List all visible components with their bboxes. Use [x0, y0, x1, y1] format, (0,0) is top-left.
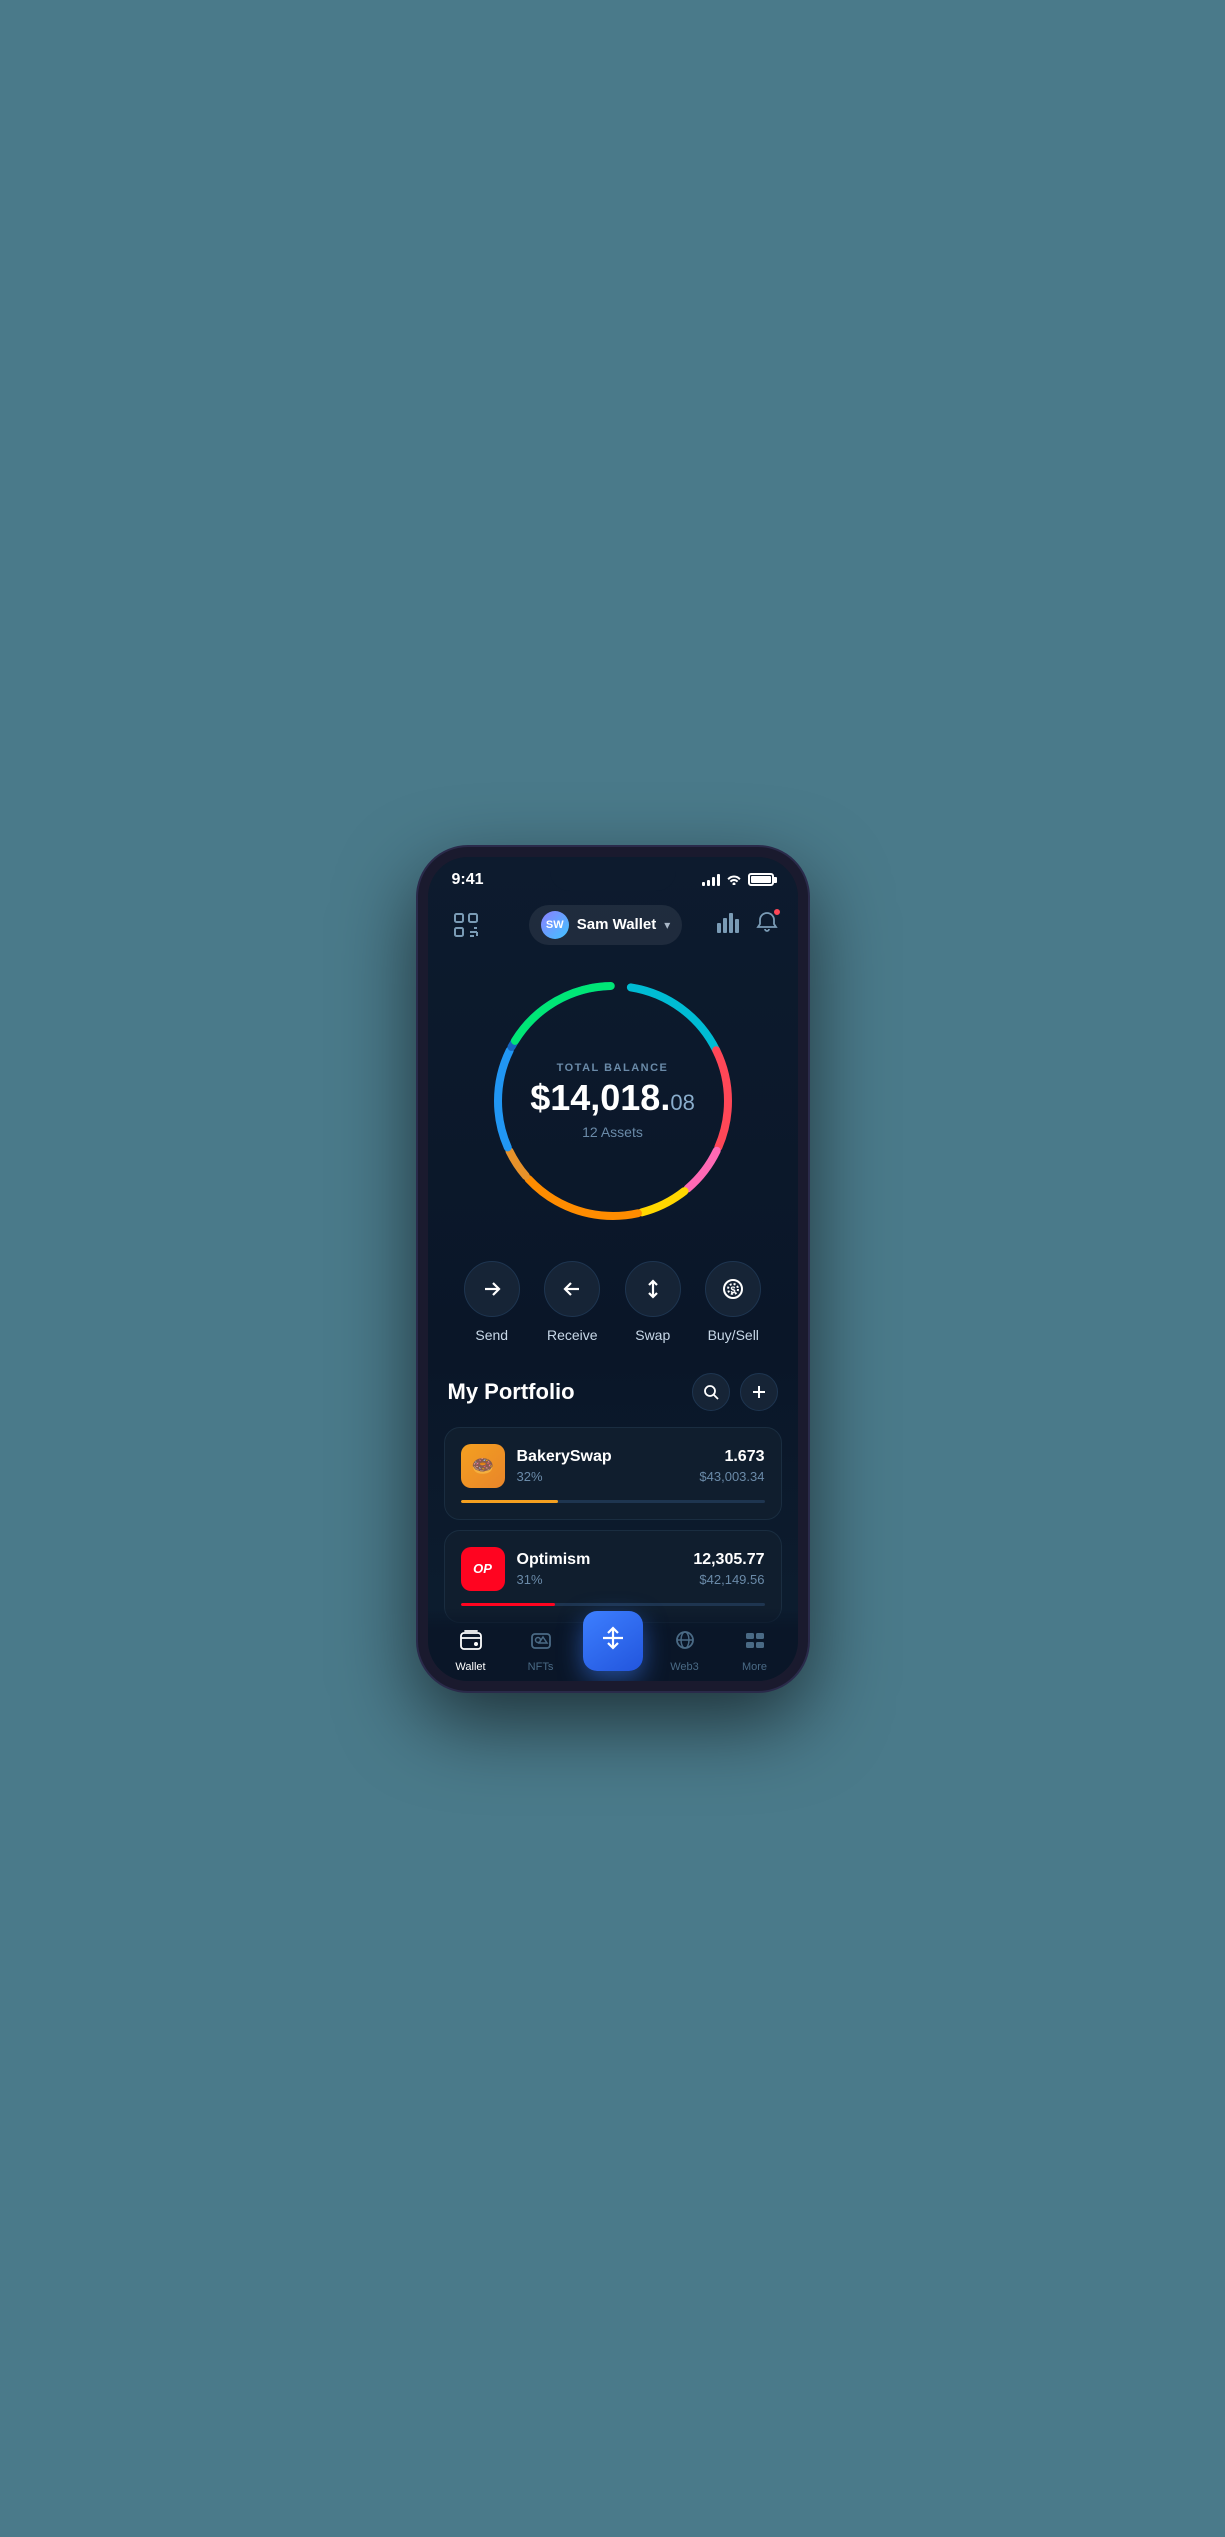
bell-icon[interactable]	[756, 911, 778, 939]
asset-row: 🍩 BakerySwap 32% 1.673 $43,003.34	[461, 1444, 765, 1488]
bakeryswap-amount: 1.673	[699, 1448, 764, 1466]
asset-card-bakeryswap[interactable]: 🍩 BakerySwap 32% 1.673 $43,003.34	[444, 1427, 782, 1520]
optimism-info: Optimism 31%	[517, 1551, 682, 1587]
balance-section: TOTAL BALANCE $14,018.08 12 Assets	[428, 961, 798, 1251]
balance-info: TOTAL BALANCE $14,018.08 12 Assets	[530, 1062, 695, 1140]
nav-wallet-label: Wallet	[455, 1661, 485, 1673]
swap-button[interactable]: Swap	[625, 1261, 681, 1343]
optimism-amount: 12,305.77	[693, 1551, 764, 1569]
notification-badge	[772, 907, 782, 917]
svg-text:$: $	[731, 1285, 736, 1295]
swap-icon	[625, 1261, 681, 1317]
nav-nfts[interactable]: NFTs	[513, 1629, 569, 1673]
asset-row: OP Optimism 31% 12,305.77 $42,149.56	[461, 1547, 765, 1591]
balance-chart: TOTAL BALANCE $14,018.08 12 Assets	[483, 971, 743, 1231]
bakeryswap-name: BakerySwap	[517, 1448, 688, 1466]
nav-web3-label: Web3	[670, 1661, 699, 1673]
buysell-label: Buy/Sell	[708, 1327, 759, 1343]
nav-more-label: More	[742, 1661, 767, 1673]
wifi-icon	[726, 872, 742, 888]
nav-nfts-label: NFTs	[528, 1661, 554, 1673]
wallet-selector[interactable]: SW Sam Wallet ▾	[529, 905, 683, 945]
avatar: SW	[541, 911, 569, 939]
bakeryswap-progress-fill	[461, 1500, 558, 1503]
status-time: 9:41	[452, 871, 484, 889]
bakeryswap-pct: 32%	[517, 1469, 688, 1484]
header: SW Sam Wallet ▾	[428, 897, 798, 961]
bottom-nav: Wallet NFTs	[428, 1609, 798, 1681]
optimism-pct: 31%	[517, 1572, 682, 1587]
nav-web3[interactable]: Web3	[657, 1629, 713, 1673]
buysell-button[interactable]: $ Buy/Sell	[705, 1261, 761, 1343]
search-button[interactable]	[692, 1373, 730, 1411]
portfolio-section: My Portfolio	[428, 1373, 798, 1623]
balance-assets: 12 Assets	[530, 1124, 695, 1140]
more-icon	[743, 1629, 767, 1657]
portfolio-title: My Portfolio	[448, 1379, 575, 1405]
scan-icon[interactable]	[448, 907, 484, 943]
bakeryswap-values: 1.673 $43,003.34	[699, 1448, 764, 1484]
web3-icon	[673, 1629, 697, 1657]
receive-button[interactable]: Receive	[544, 1261, 600, 1343]
receive-icon	[544, 1261, 600, 1317]
wallet-name: Sam Wallet	[577, 916, 656, 933]
buysell-icon: $	[705, 1261, 761, 1317]
nav-bar: Wallet NFTs	[428, 1629, 798, 1673]
bakeryswap-icon: 🍩	[461, 1444, 505, 1488]
optimism-usd: $42,149.56	[693, 1572, 764, 1587]
signal-icon	[702, 874, 720, 886]
optimism-name: Optimism	[517, 1551, 682, 1569]
action-buttons: Send Receive	[428, 1251, 798, 1373]
send-icon	[464, 1261, 520, 1317]
status-icons	[702, 872, 774, 888]
chart-icon[interactable]	[716, 911, 740, 939]
send-button[interactable]: Send	[464, 1261, 520, 1343]
nfts-icon	[529, 1629, 553, 1657]
battery-icon	[748, 873, 774, 886]
balance-amount: $14,018.08	[530, 1080, 695, 1116]
nav-wallet[interactable]: Wallet	[443, 1629, 499, 1673]
add-asset-button[interactable]	[740, 1373, 778, 1411]
balance-label: TOTAL BALANCE	[530, 1062, 695, 1074]
nav-more[interactable]: More	[727, 1629, 783, 1673]
nav-swap-center[interactable]	[583, 1611, 643, 1671]
header-right	[716, 911, 778, 939]
optimism-icon: OP	[461, 1547, 505, 1591]
receive-label: Receive	[547, 1327, 598, 1343]
optimism-values: 12,305.77 $42,149.56	[693, 1551, 764, 1587]
bakeryswap-usd: $43,003.34	[699, 1469, 764, 1484]
portfolio-header: My Portfolio	[444, 1373, 782, 1427]
portfolio-actions	[692, 1373, 778, 1411]
svg-text:🍩: 🍩	[471, 1456, 493, 1476]
bakeryswap-info: BakerySwap 32%	[517, 1448, 688, 1484]
swap-label: Swap	[635, 1327, 670, 1343]
wallet-icon	[459, 1629, 483, 1657]
optimism-progress-fill	[461, 1603, 555, 1606]
send-label: Send	[475, 1327, 508, 1343]
swap-center-icon	[599, 1624, 627, 1657]
optimism-progress-bar	[461, 1603, 765, 1606]
chevron-down-icon: ▾	[664, 918, 670, 932]
header-left	[448, 907, 496, 943]
bakeryswap-progress-bar	[461, 1500, 765, 1503]
